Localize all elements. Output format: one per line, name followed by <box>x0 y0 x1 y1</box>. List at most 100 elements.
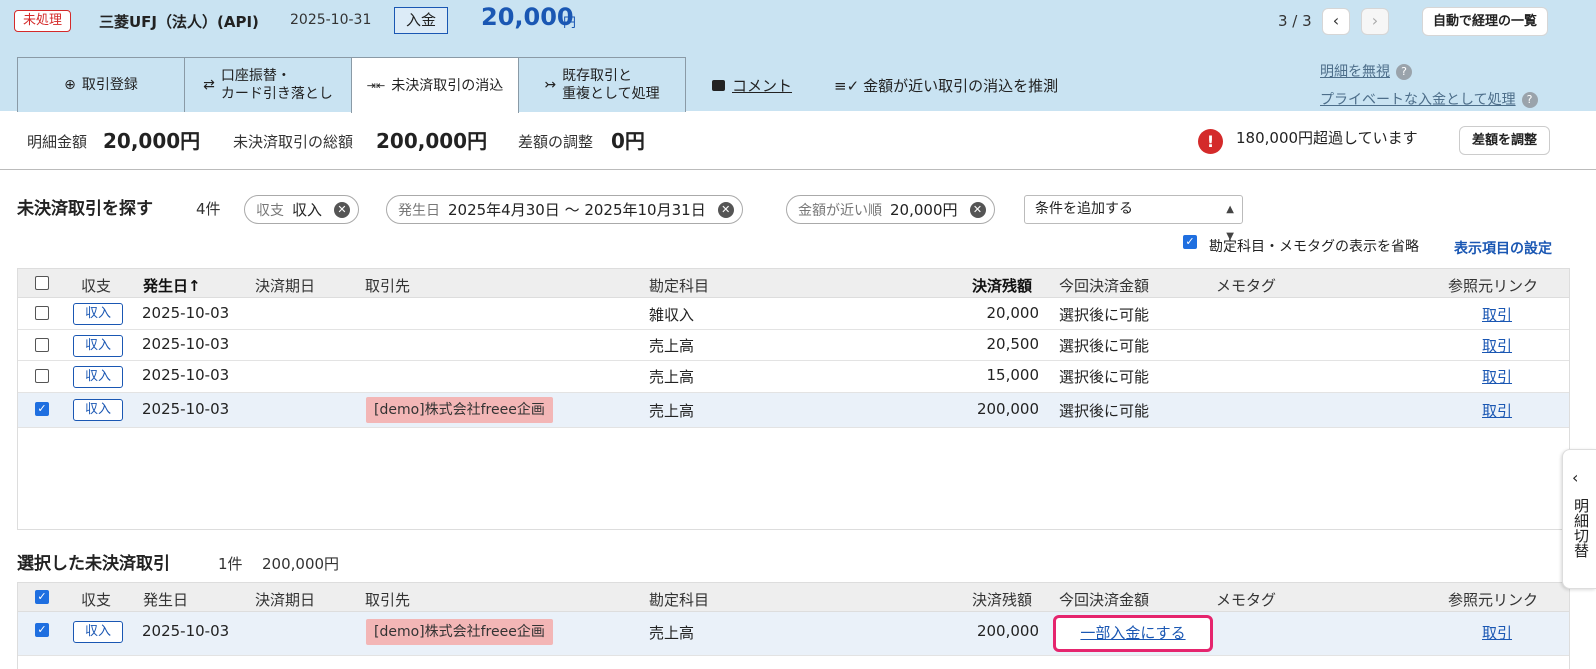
col-account: 勘定科目 <box>649 591 710 609</box>
plus-circle-icon: ⊕ <box>64 77 76 93</box>
filter-chip-kind[interactable]: 収支 収入 ✕ <box>244 195 360 224</box>
detail-switch-tab[interactable]: ‹ 明細切替 <box>1562 449 1596 589</box>
chip-key: 金額が近い順 <box>798 202 882 219</box>
tab-label: 口座振替・ カード引き落とし <box>220 68 333 102</box>
add-condition-select[interactable]: 条件を追加する ▲ ▼ <box>1024 195 1243 242</box>
table-row[interactable]: ✓ 収入 2025-10-03 [demo]株式会社freee企画 売上高 20… <box>18 612 1569 656</box>
col-this-amount: 今回決済金額 <box>1059 277 1150 295</box>
cell-account: 売上高 <box>649 368 695 386</box>
tab-settle-unsettled[interactable]: ⇥⇤ 未決済取引の消込 <box>351 57 519 113</box>
tab-label: 未決済取引の消込 <box>391 77 504 94</box>
ignore-detail-link[interactable]: 明細を無視? <box>1320 61 1412 81</box>
comment-link[interactable]: コメント <box>712 75 792 96</box>
display-settings-link[interactable]: 表示項目の設定 <box>1454 238 1552 258</box>
status-badge: 未処理 <box>14 10 72 32</box>
auto-accounting-list-button[interactable]: 自動で経理の一覧 <box>1422 7 1549 36</box>
chip-value: 2025年4月30日 〜 2025年10月31日 <box>448 201 706 219</box>
adjust-label: 差額の調整 <box>518 133 594 151</box>
ref-link[interactable]: 取引 <box>1482 335 1512 356</box>
pager-position: 3 / 3 <box>1278 12 1312 30</box>
tab-label: 取引登録 <box>81 77 138 93</box>
clear-icon[interactable]: ✕ <box>717 201 734 218</box>
unsettled-total-label: 未決済取引の総額 <box>233 133 354 151</box>
transfer-arrows-icon: ⇄ <box>203 77 215 93</box>
comment-icon <box>712 80 725 91</box>
row-checkbox[interactable] <box>35 338 49 352</box>
kind-badge: 収入 <box>73 399 123 421</box>
chevron-right-icon: › <box>1371 11 1379 30</box>
transaction-amount: 20,000 <box>481 3 574 31</box>
next-detail-button[interactable]: › <box>1361 8 1389 35</box>
chip-key: 発生日 <box>398 202 440 219</box>
prev-detail-button[interactable]: ‹ <box>1322 8 1350 35</box>
filter-chip-amount[interactable]: 金額が近い順 20,000円 ✕ <box>786 195 995 224</box>
clear-icon[interactable]: ✕ <box>969 201 986 218</box>
chip-value: 収入 <box>292 201 323 219</box>
select-all-checkbox[interactable]: ✓ <box>35 590 49 604</box>
tab-duplicate[interactable]: ↣ 既存取引と 重複として処理 <box>518 57 686 112</box>
kind-badge: 収入 <box>73 621 123 643</box>
col-ref: 参照元リンク <box>1448 591 1539 609</box>
private-deposit-link[interactable]: プライベートな入金として処理? <box>1320 89 1538 109</box>
cell-balance: 15,000 <box>986 366 1040 384</box>
col-memo: メモタグ <box>1216 591 1277 609</box>
cell-date: 2025-10-03 <box>142 366 230 384</box>
help-icon[interactable]: ? <box>1521 92 1538 108</box>
cell-account: 売上高 <box>649 624 695 642</box>
table-row[interactable]: 収入 2025-10-03 雑収入 20,000 選択後に可能 取引 <box>18 298 1569 330</box>
search-section-title: 未決済取引を探す <box>17 199 153 219</box>
cell-account: 売上高 <box>649 337 695 355</box>
selected-section-title: 選択した未決済取引 <box>17 554 170 574</box>
table-row[interactable]: 収入 2025-10-03 売上高 15,000 選択後に可能 取引 <box>18 361 1569 393</box>
selected-table: ✓ 収支 発生日 決済期日 取引先 勘定科目 決済残額 今回決済金額 メモタグ … <box>17 582 1570 669</box>
help-icon[interactable]: ? <box>1396 64 1412 80</box>
ref-link[interactable]: 取引 <box>1482 304 1512 325</box>
col-balance: 決済残額 <box>972 591 1033 609</box>
tab-account-transfer[interactable]: ⇄ 口座振替・ カード引き落とし <box>184 57 352 112</box>
transaction-date: 2025-10-31 <box>290 12 372 28</box>
table-row[interactable]: 収入 2025-10-03 売上高 20,500 選択後に可能 取引 <box>18 330 1569 361</box>
ref-link[interactable]: 取引 <box>1482 622 1512 643</box>
col-date-label: 発生日 <box>143 277 189 295</box>
comment-label: コメント <box>732 77 793 95</box>
select-all-checkbox[interactable] <box>35 276 49 290</box>
guess-label: 金額が近い取引の消込を推測 <box>863 77 1059 95</box>
omit-columns-checkbox[interactable]: ✓ <box>1183 235 1197 249</box>
tab-register-transaction[interactable]: ⊕ 取引登録 <box>17 57 185 112</box>
cell-account: 雑収入 <box>649 306 695 324</box>
alert-icon: ! <box>1198 129 1223 154</box>
col-kind: 収支 <box>81 277 112 295</box>
adjust-value: 0円 <box>611 129 645 153</box>
row-checkbox[interactable] <box>35 369 49 383</box>
amount-unit: 円 <box>563 16 577 31</box>
col-balance[interactable]: 決済残額 <box>972 275 1032 296</box>
row-checkbox[interactable]: ✓ <box>35 623 49 637</box>
filter-chip-date[interactable]: 発生日 2025年4月30日 〜 2025年10月31日 ✕ <box>386 195 743 224</box>
adjust-difference-button[interactable]: 差額を調整 <box>1459 126 1551 155</box>
col-this-amount: 今回決済金額 <box>1059 591 1150 609</box>
row-checkbox[interactable] <box>35 306 49 320</box>
kind-badge: 収入 <box>73 303 123 325</box>
chip-value: 20,000円 <box>890 201 958 219</box>
kind-badge: 収入 <box>73 366 123 388</box>
merge-arrows-icon: ⇥⇤ <box>366 78 386 92</box>
cell-balance: 200,000 <box>976 400 1039 418</box>
ref-link[interactable]: 取引 <box>1482 366 1512 387</box>
merge-arrow-icon: ↣ <box>544 77 557 93</box>
kind-badge: 収入 <box>73 335 123 357</box>
table-header: 収支 発生日↑ 決済期日 取引先 勘定科目 決済残額 今回決済金額 メモタグ 参… <box>18 269 1569 298</box>
row-checkbox[interactable]: ✓ <box>35 402 49 416</box>
clear-icon[interactable]: ✕ <box>334 201 351 218</box>
ref-link[interactable]: 取引 <box>1482 400 1512 421</box>
detail-switch-label: 明細切替 <box>1572 498 1590 558</box>
partner-tag: [demo]株式会社freee企画 <box>366 397 553 423</box>
sort-asc-icon: ↑ <box>188 277 201 295</box>
unsettled-total-value: 200,000円 <box>376 129 488 153</box>
selected-count: 1件 <box>218 555 243 573</box>
col-date[interactable]: 発生日↑ <box>143 275 201 296</box>
omit-columns-label: 勘定科目・メモタグの表示を省略 <box>1209 239 1419 255</box>
table-row[interactable]: ✓ 収入 2025-10-03 [demo]株式会社freee企画 売上高 20… <box>18 393 1569 428</box>
guess-settlement-link[interactable]: ≡✓ 金額が近い取引の消込を推測 <box>834 75 1058 96</box>
col-kind: 収支 <box>81 591 112 609</box>
partial-payment-button[interactable]: 一部入金にする <box>1053 615 1213 652</box>
